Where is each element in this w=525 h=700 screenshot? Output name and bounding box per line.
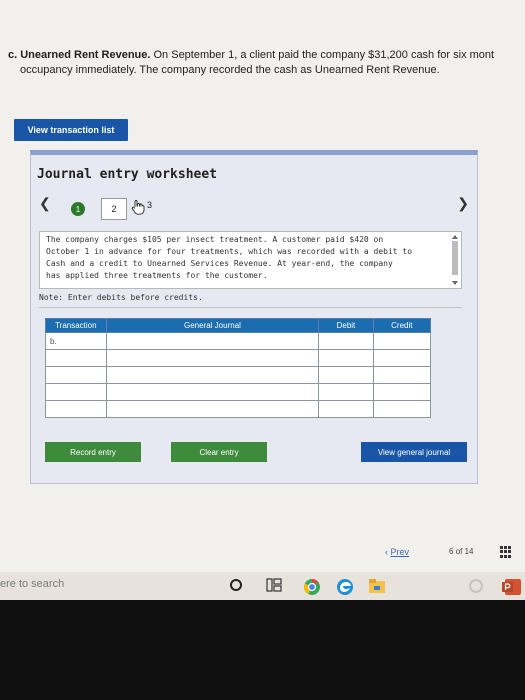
edge-icon[interactable]: [336, 578, 354, 596]
header-credit: Credit: [372, 318, 432, 333]
scroll-up-icon[interactable]: [452, 235, 458, 239]
file-explorer-icon[interactable]: [368, 578, 386, 594]
account-input[interactable]: [105, 383, 320, 401]
step-1-indicator[interactable]: 1: [71, 202, 85, 216]
description-scrollbar[interactable]: [452, 235, 458, 285]
powerpoint-icon[interactable]: [502, 578, 522, 596]
table-row: [45, 400, 432, 418]
description-line: has applied three treatments for the cus…: [46, 271, 268, 280]
taskbar: [0, 572, 525, 600]
description-line: The company charges $105 per insect trea…: [46, 235, 384, 244]
description-line: Cash and a credit to Unearned Services R…: [46, 259, 393, 268]
table-row: b.: [45, 332, 432, 350]
transaction-description: The company charges $105 per insect trea…: [39, 231, 462, 289]
browser-viewport: c. Unearned Rent Revenue. On September 1…: [0, 0, 525, 572]
step-2-indicator[interactable]: 2: [101, 198, 127, 220]
chevron-right-icon[interactable]: ❯: [457, 195, 469, 212]
debit-input[interactable]: [318, 349, 374, 367]
table-row: [45, 349, 432, 367]
account-input[interactable]: [105, 366, 320, 384]
hand-cursor-icon: [131, 200, 145, 215]
question-label: c. Unearned Rent Revenue.: [8, 49, 151, 61]
worksheet-title: Journal entry worksheet: [37, 167, 218, 182]
journal-entry-worksheet: Journal entry worksheet ❮ ❯ 1 2 3 The co…: [30, 150, 478, 484]
chevron-left-icon[interactable]: ❮: [39, 195, 51, 212]
table-row: [45, 383, 432, 401]
transaction-cell: [45, 366, 107, 384]
transaction-cell: [45, 383, 107, 401]
chrome-icon[interactable]: [303, 578, 321, 596]
account-input[interactable]: [105, 332, 320, 350]
journal-entry-table: Transaction General Journal Debit Credit…: [45, 318, 432, 418]
credit-input[interactable]: [372, 349, 432, 367]
question-line2: occupancy immediately. The company recor…: [20, 64, 440, 76]
scroll-down-icon[interactable]: [452, 281, 458, 285]
task-view-icon[interactable]: [266, 578, 282, 592]
prev-page-link[interactable]: ‹ Prev: [385, 547, 409, 557]
transaction-cell: b.: [45, 332, 107, 350]
clear-entry-button[interactable]: Clear entry: [171, 442, 267, 462]
record-entry-button[interactable]: Record entry: [45, 442, 141, 462]
account-input[interactable]: [105, 349, 320, 367]
cortana-circle-icon[interactable]: [229, 578, 243, 592]
app-icon[interactable]: [468, 578, 484, 594]
transaction-cell: [45, 400, 107, 418]
credit-input[interactable]: [372, 400, 432, 418]
table-row: [45, 366, 432, 384]
divider: [39, 307, 462, 308]
debit-input[interactable]: [318, 400, 374, 418]
step-3-label: 3: [147, 200, 153, 210]
debit-input[interactable]: [318, 332, 374, 350]
account-input[interactable]: [105, 400, 320, 418]
credit-input[interactable]: [372, 366, 432, 384]
view-transaction-list-button[interactable]: View transaction list: [14, 119, 128, 141]
question-line1: On September 1, a client paid the compan…: [153, 49, 495, 61]
scroll-thumb[interactable]: [452, 241, 458, 275]
view-general-journal-button[interactable]: View general journal: [361, 442, 467, 462]
grid-icon[interactable]: [500, 546, 512, 558]
transaction-cell: [45, 349, 107, 367]
header-general-journal: General Journal: [105, 318, 320, 333]
debit-input[interactable]: [318, 366, 374, 384]
step-3-indicator[interactable]: 3: [131, 198, 157, 218]
debit-input[interactable]: [318, 383, 374, 401]
header-debit: Debit: [318, 318, 374, 333]
prev-label: Prev: [390, 547, 410, 557]
description-line: October 1 in advance for four treatments…: [46, 247, 413, 256]
credit-input[interactable]: [372, 383, 432, 401]
taskbar-search[interactable]: ere to search: [0, 578, 64, 590]
credit-input[interactable]: [372, 332, 432, 350]
page-indicator: 6 of 14: [449, 547, 474, 556]
question-text: c. Unearned Rent Revenue. On September 1…: [8, 48, 523, 78]
instruction-note: Note: Enter debits before credits.: [39, 293, 203, 302]
header-transaction: Transaction: [45, 318, 107, 333]
